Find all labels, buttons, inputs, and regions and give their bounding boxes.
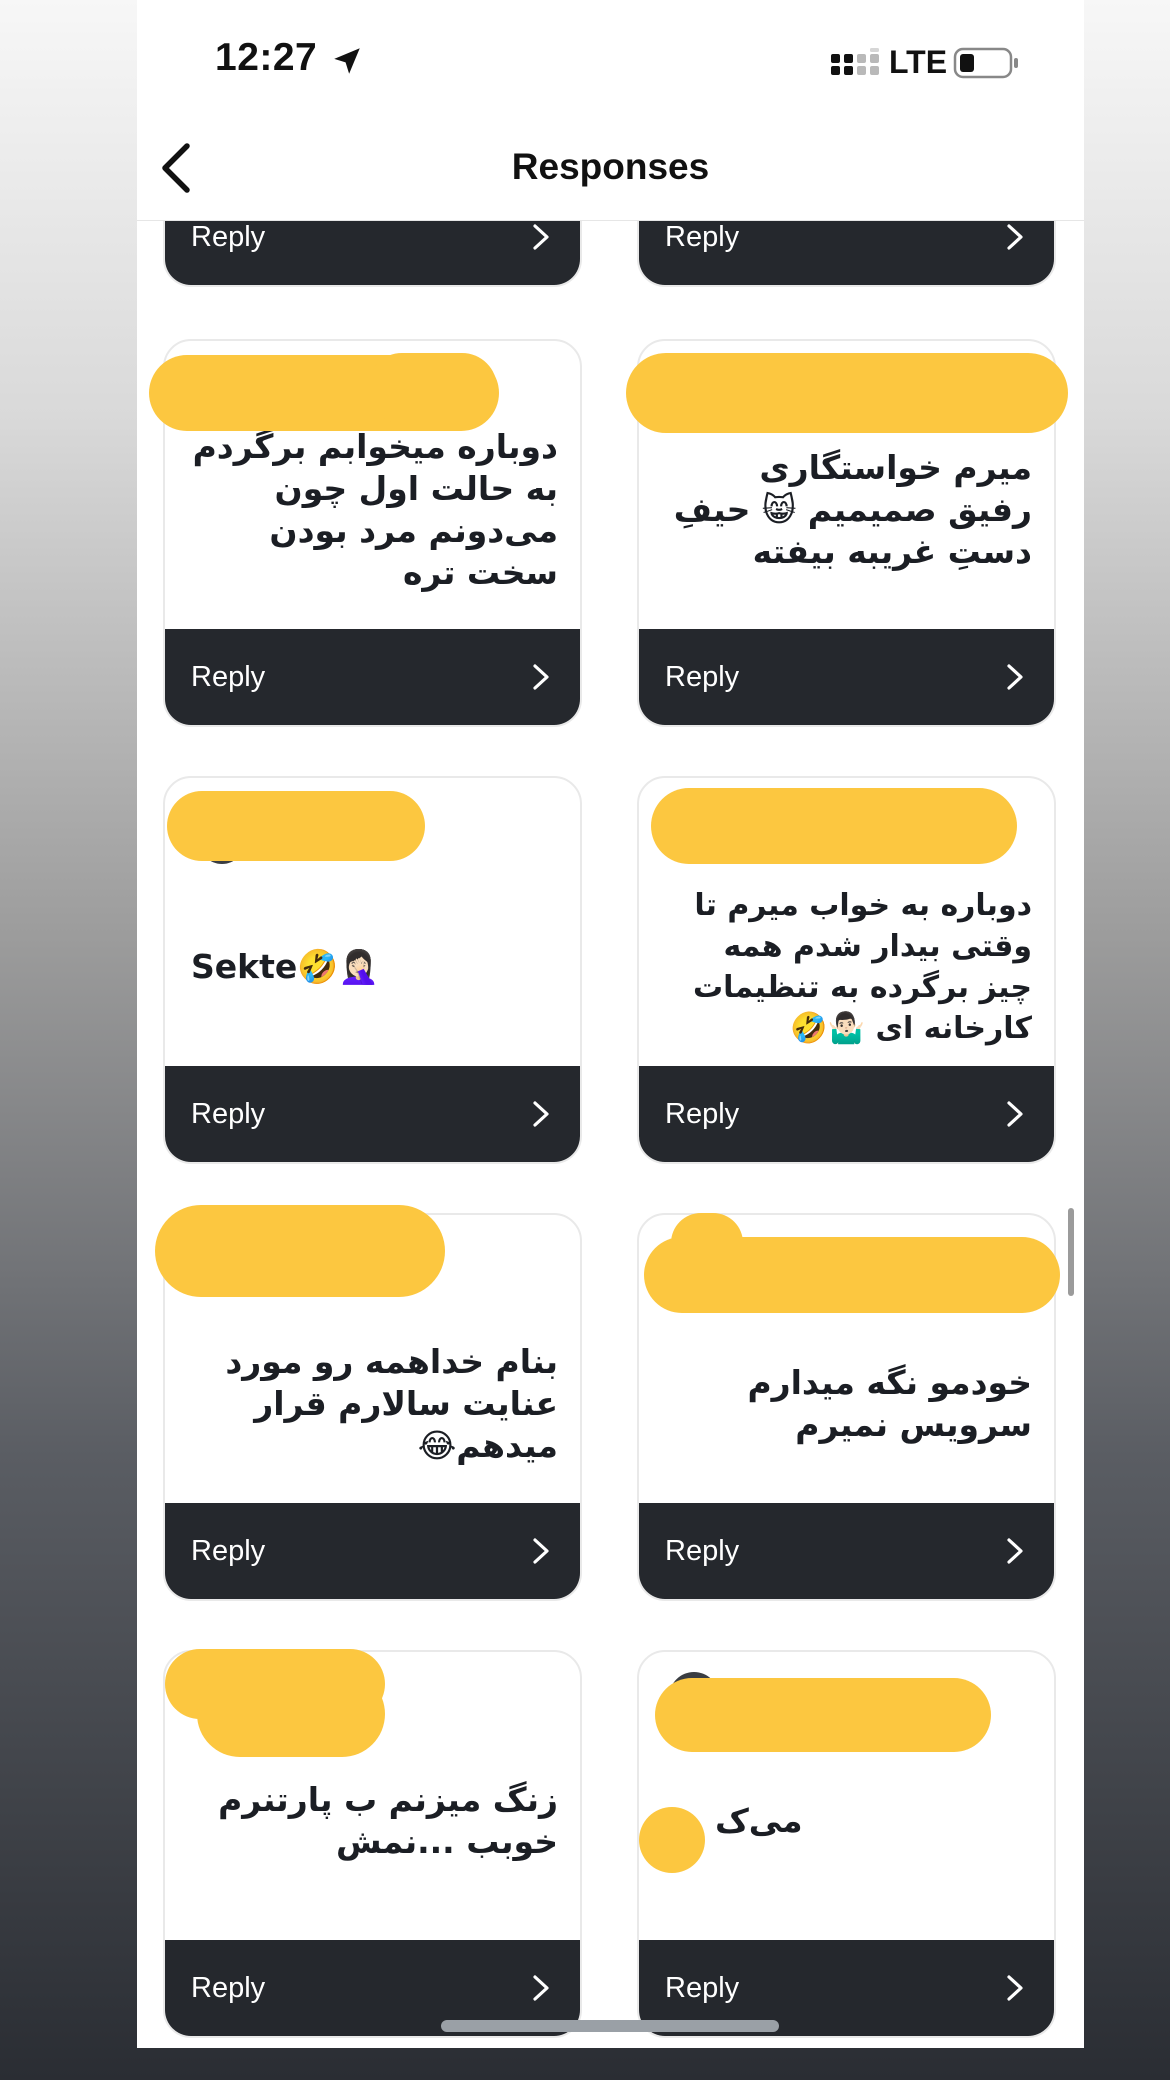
reply-button[interactable]: Reply [165, 629, 580, 725]
chevron-right-icon [533, 1538, 549, 1564]
status-time: 12:27 [215, 36, 318, 79]
chevron-right-icon [533, 664, 549, 690]
reply-label: Reply [191, 660, 266, 693]
chevron-right-icon [533, 224, 549, 250]
reply-button[interactable]: Reply [639, 1066, 1054, 1162]
chevron-right-icon [533, 1975, 549, 2001]
chevron-right-icon [533, 1101, 549, 1127]
reply-button[interactable]: Reply [639, 1503, 1054, 1599]
reply-label: Reply [191, 1097, 266, 1130]
responses-grid[interactable]: Reply Reply دوباره میخوابم برگردم به حال… [137, 221, 1084, 2048]
reply-label: Reply [665, 1971, 740, 2004]
redaction-mark [197, 1671, 385, 1757]
chevron-right-icon [1007, 1538, 1023, 1564]
redaction-mark [655, 1678, 991, 1752]
scrollbar[interactable] [1068, 1208, 1074, 1296]
redaction-mark [367, 353, 497, 423]
chevron-right-icon [1007, 224, 1023, 250]
redaction-mark [639, 1807, 705, 1873]
app-screen: 12:27 LTE Responses Reply Reply دوباره م… [137, 0, 1084, 2048]
redaction-mark [155, 1205, 445, 1297]
reply-label: Reply [665, 660, 740, 693]
reply-label: Reply [191, 1534, 266, 1567]
chevron-right-icon [1007, 1975, 1023, 2001]
reply-button[interactable]: Reply [639, 221, 1054, 285]
page-title: Responses [511, 146, 710, 187]
location-arrow-icon [334, 48, 360, 74]
reply-button[interactable]: Reply [165, 1503, 580, 1599]
redaction-mark [644, 1237, 1060, 1313]
reply-label: Reply [665, 1534, 740, 1567]
signal-bars-icon [831, 48, 879, 75]
reply-label: Reply [191, 221, 266, 253]
reply-button[interactable]: Reply [165, 1066, 580, 1162]
response-card: Reply [163, 221, 582, 287]
redaction-mark [167, 791, 425, 861]
response-card: Reply [637, 221, 1056, 287]
battery-low-icon [953, 47, 1018, 79]
chevron-right-icon [1007, 1101, 1023, 1127]
network-type: LTE [889, 44, 948, 80]
reply-label: Reply [665, 1097, 740, 1130]
reply-button[interactable]: Reply [639, 629, 1054, 725]
home-indicator[interactable] [441, 2020, 779, 2032]
reply-label: Reply [665, 221, 740, 253]
chevron-right-icon [1007, 664, 1023, 690]
redaction-mark [626, 353, 1068, 433]
reply-label: Reply [191, 1971, 266, 2004]
response-text: می‌ک [715, 1801, 803, 1840]
reply-button[interactable]: Reply [165, 221, 580, 285]
redaction-mark [651, 788, 1017, 864]
response-text: Sekte🤣🤦🏻‍♀️ [191, 947, 380, 986]
